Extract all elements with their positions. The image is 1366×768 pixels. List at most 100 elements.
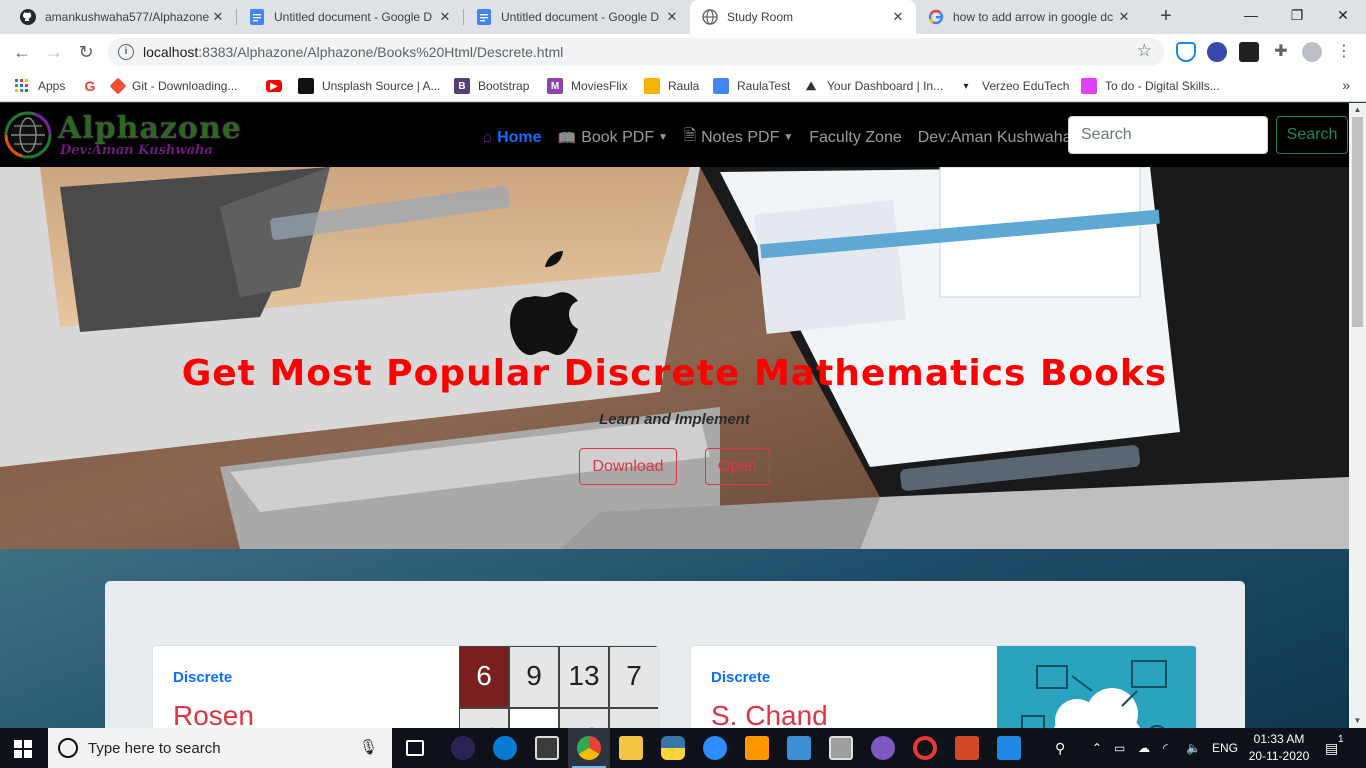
microphone-icon[interactable]: 🎙 [359, 738, 378, 756]
people-icon[interactable]: ⚲ [1055, 728, 1065, 768]
powerpoint-icon[interactable] [955, 736, 979, 760]
nav-faculty-zone[interactable]: Faculty Zone [809, 125, 901, 150]
bookmark-raula[interactable]: Raula [644, 76, 699, 96]
bootstrap-icon: B [454, 78, 470, 94]
new-tab-button[interactable]: + [1154, 5, 1178, 29]
hero-carousel: Get Most Popular Discrete Mathematics Bo… [0, 167, 1349, 549]
minimize-button[interactable]: — [1228, 0, 1274, 30]
shield-extension-icon[interactable] [1176, 42, 1196, 62]
bookmark-youtube[interactable]: ▶ [266, 76, 290, 96]
book-title[interactable]: Rosen [173, 700, 254, 728]
bookmark-bootstrap[interactable]: B Bootstrap [454, 76, 529, 96]
close-tab-icon[interactable]: ✕ [437, 9, 453, 25]
hero-subtitle: Learn and Implement [599, 411, 750, 428]
wifi-icon[interactable]: ◜ [1163, 728, 1168, 768]
browser-menu-icon[interactable]: ⋮ [1334, 42, 1354, 62]
opera-icon[interactable] [913, 736, 937, 760]
raulatest-icon [713, 78, 729, 94]
browser-tab[interactable]: Untitled document - Google D ✕ [464, 0, 690, 34]
open-button[interactable]: Open [705, 448, 770, 485]
bookmark-git[interactable]: Git - Downloading... [109, 76, 237, 96]
taskbar-search-box[interactable]: Type here to search 🎙 [48, 728, 392, 768]
site-search-input[interactable]: Search [1068, 116, 1268, 154]
site-info-icon[interactable]: i [118, 44, 134, 60]
extension-icon[interactable] [1207, 42, 1227, 62]
apps-grid-icon [14, 78, 30, 94]
browser-tab-active[interactable]: Study Room ✕ [690, 0, 916, 34]
battery-icon[interactable]: ▭ [1114, 728, 1125, 768]
nav-home-label: Home [497, 128, 542, 146]
bookmark-star-icon[interactable]: ☆ [1137, 41, 1152, 61]
tray-chevron-up-icon[interactable]: ⌃ [1092, 728, 1102, 768]
download-button[interactable]: Download [579, 448, 677, 485]
scroll-down-icon[interactable]: ▼ [1349, 714, 1366, 728]
bookmark-apps[interactable]: Apps [14, 76, 65, 96]
windows-start-icon[interactable] [14, 740, 32, 763]
nav-book-pdf-dropdown[interactable]: 📖 Book PDF ▼ [558, 125, 669, 150]
bookmark-moviesflix[interactable]: M MoviesFlix [547, 76, 628, 96]
page-viewport: Alphazone Dev:Aman Kushwaha ⌂ Home 📖 Boo… [0, 103, 1349, 728]
bookmark-raulatest[interactable]: RaulaTest [713, 76, 790, 96]
bookmarks-bar: Apps G Git - Downloading... ▶ Unsplash S… [0, 70, 1366, 102]
back-arrow-icon[interactable]: ← [10, 40, 34, 64]
nav-notes-pdf-dropdown[interactable]: 🗎 Notes PDF ▼ [684, 125, 793, 150]
virtualbox-icon[interactable] [787, 736, 811, 760]
remote-desktop-icon[interactable] [829, 736, 853, 760]
book-card[interactable]: Discrete S. Chand [690, 645, 1197, 728]
close-tab-icon[interactable]: ✕ [890, 9, 906, 25]
site-navbar: Alphazone Dev:Aman Kushwaha ⌂ Home 📖 Boo… [0, 103, 1349, 167]
onedrive-cloud-icon[interactable]: ☁ [1138, 728, 1150, 768]
forward-arrow-icon[interactable]: → [42, 40, 66, 64]
extension-cube-icon[interactable] [1239, 42, 1259, 62]
close-window-button[interactable]: ✕ [1320, 0, 1366, 30]
maximize-button[interactable]: ❐ [1274, 0, 1320, 30]
sublime-text-icon[interactable] [745, 736, 769, 760]
github-icon [20, 9, 36, 25]
nav-developer[interactable]: Dev:Aman Kushwaha [918, 125, 1072, 150]
site-search-button[interactable]: Search [1276, 116, 1348, 154]
globe-logo-icon [4, 111, 52, 159]
nav-home[interactable]: ⌂ Home [483, 125, 542, 150]
site-logo[interactable]: Alphazone Dev:Aman Kushwaha [2, 108, 242, 162]
close-tab-icon[interactable]: ✕ [210, 9, 226, 25]
book-title[interactable]: S. Chand [711, 700, 828, 728]
edge-icon[interactable] [493, 736, 517, 760]
language-indicator[interactable]: ENG [1212, 728, 1238, 768]
discord-like-icon[interactable] [871, 736, 895, 760]
browser-tab[interactable]: how to add arrow in google dc ✕ [916, 0, 1142, 34]
scrollbar-thumb[interactable] [1352, 117, 1363, 327]
profile-avatar-icon[interactable] [1302, 42, 1322, 62]
eclipse-icon[interactable] [451, 736, 475, 760]
bookmark-unsplash[interactable]: Unsplash Source | A... [298, 76, 441, 96]
browser-tab[interactable]: Untitled document - Google D ✕ [237, 0, 463, 34]
store-icon[interactable] [535, 736, 559, 760]
page-scrollbar[interactable]: ▲ ▼ [1349, 103, 1366, 728]
puzzle-extensions-icon[interactable]: ✚ [1271, 42, 1291, 62]
taskbar-clock[interactable]: 01:33 AM 20-11-2020 [1244, 731, 1314, 765]
bookmark-verzeo[interactable]: ▾ Verzeo EduTech [958, 76, 1069, 96]
grid-cell: 6 [459, 646, 509, 708]
scroll-up-icon[interactable]: ▲ [1349, 103, 1366, 117]
address-bar[interactable]: i localhost:8383/Alphazone/Alphazone/Boo… [108, 38, 1164, 66]
close-tab-icon[interactable]: ✕ [664, 9, 680, 25]
file-explorer-icon[interactable] [619, 736, 643, 760]
action-center-icon[interactable]: ▤ [1325, 728, 1338, 768]
reload-icon[interactable]: ↻ [74, 40, 98, 64]
browser-tab[interactable]: amankushwaha577/Alphazone ✕ [8, 0, 236, 34]
task-view-icon[interactable] [406, 740, 424, 756]
book-card[interactable]: Discrete Rosen 6 9 13 7 12 10 5 [152, 645, 659, 728]
bookmark-label: MoviesFlix [571, 79, 628, 93]
photos-icon[interactable] [997, 736, 1021, 760]
bookmark-todo[interactable]: To do - Digital Skills... [1081, 76, 1220, 96]
volume-icon[interactable]: 🔈 [1186, 728, 1201, 768]
site-nav-links: ⌂ Home 📖 Book PDF ▼ 🗎 Notes PDF ▼ Facult… [483, 125, 1088, 150]
python-icon[interactable] [661, 736, 685, 760]
browser-tab-strip: amankushwaha577/Alphazone ✕ Untitled doc… [0, 0, 1366, 34]
close-tab-icon[interactable]: ✕ [1116, 9, 1132, 25]
taskbar-chrome-active[interactable] [568, 728, 610, 768]
bookmark-google[interactable]: G [82, 76, 106, 96]
zoom-icon[interactable] [703, 736, 727, 760]
bookmarks-overflow-icon[interactable]: » [1342, 77, 1350, 93]
bookmark-dashboard[interactable]: ⛰ Your Dashboard | In... [803, 76, 943, 96]
home-icon: ⌂ [483, 129, 493, 146]
